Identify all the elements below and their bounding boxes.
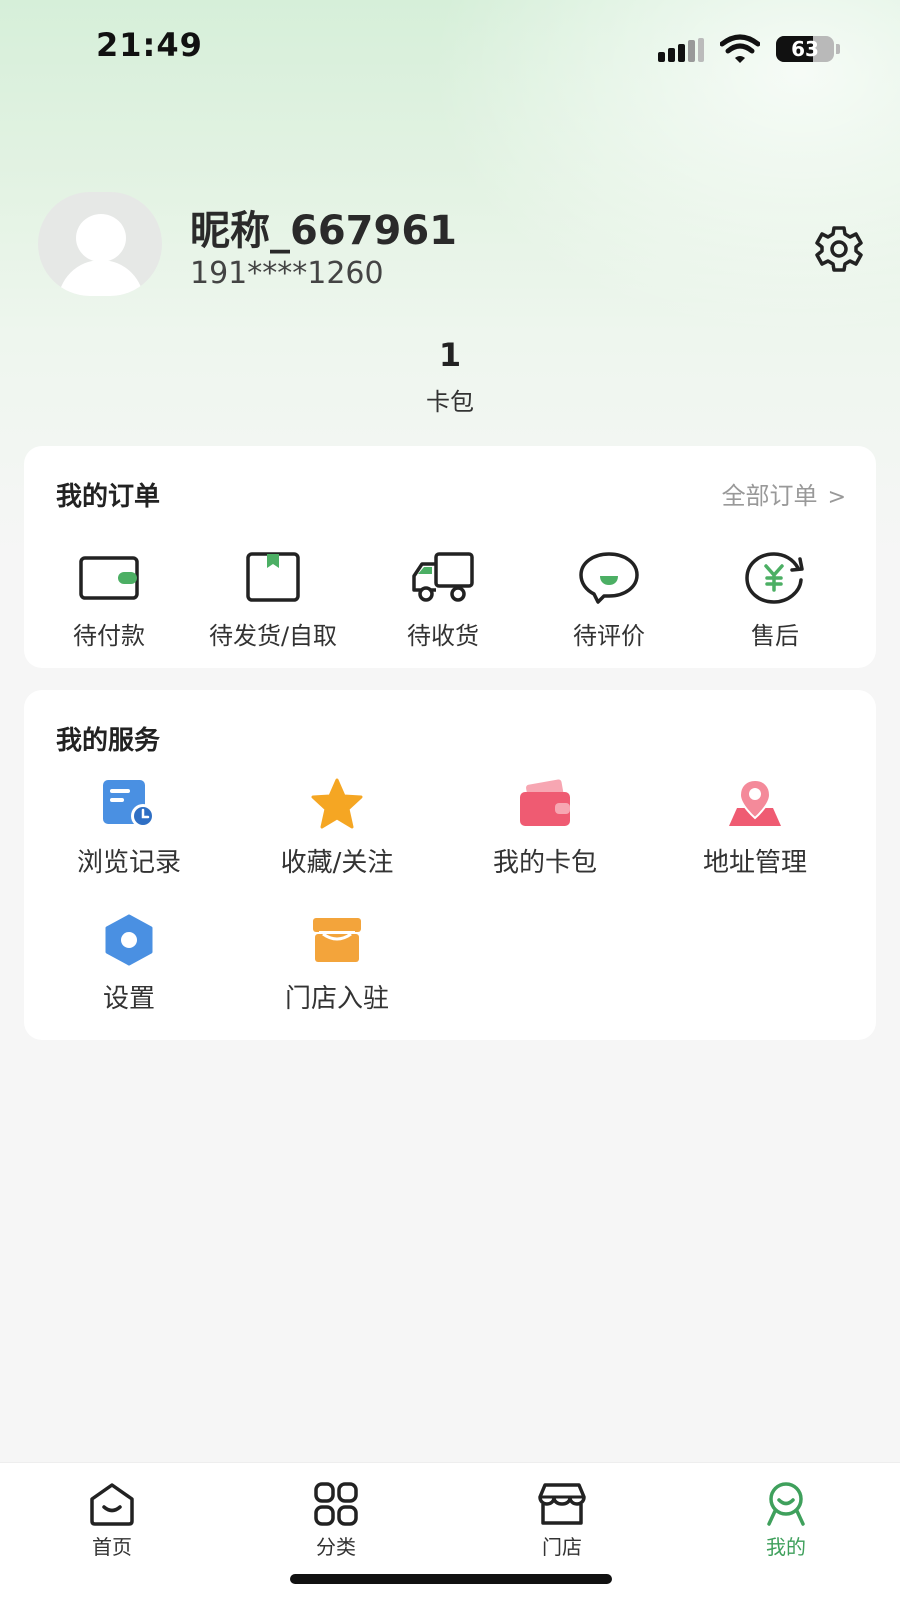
- store-icon: [313, 918, 361, 962]
- card-wallet-label: 卡包: [426, 388, 474, 416]
- refund-icon: [745, 552, 804, 604]
- nav-store[interactable]: 门店: [502, 1481, 622, 1560]
- order-label: 待发货/自取: [208, 622, 338, 650]
- service-label: 浏览记录: [76, 848, 181, 878]
- battery-cap: [836, 44, 840, 54]
- nav-mine[interactable]: 我的: [726, 1481, 846, 1560]
- location-icon: [729, 778, 781, 826]
- wifi-icon: [720, 34, 760, 63]
- history-icon: [103, 780, 155, 828]
- all-orders-link[interactable]: 全部订单 >: [722, 476, 846, 511]
- my-services-title: 我的服务: [56, 726, 161, 756]
- order-label: 待付款: [73, 622, 145, 650]
- home-icon: [90, 1483, 134, 1526]
- service-store-join[interactable]: 门店入驻: [232, 914, 442, 1015]
- card-wallet-icon: [520, 779, 570, 826]
- status-bar: 21:49 63: [0, 0, 900, 96]
- wallet-icon: [79, 556, 139, 600]
- signal-icon: [658, 38, 704, 62]
- nickname[interactable]: 昵称_667961: [190, 198, 457, 256]
- nav-label: 分类: [316, 1535, 356, 1559]
- service-browse-history[interactable]: 浏览记录: [24, 778, 234, 879]
- nav-home[interactable]: 首页: [52, 1481, 172, 1560]
- gear-icon[interactable]: [814, 224, 864, 274]
- status-time: 21:49: [96, 26, 203, 64]
- service-settings[interactable]: 设置: [24, 914, 234, 1015]
- my-orders-card: 我的订单 全部订单 > 待付款 待发货/自取 待收货 待评价 售后: [24, 446, 876, 668]
- avatar-head: [76, 214, 126, 262]
- card-wallet-stat[interactable]: 1 卡包: [400, 336, 500, 417]
- truck-icon: [412, 552, 474, 602]
- category-icon: [314, 1482, 358, 1526]
- order-label: 待评价: [573, 622, 645, 650]
- nav-label: 首页: [92, 1535, 132, 1559]
- nav-label: 门店: [542, 1535, 582, 1559]
- order-label: 售后: [751, 622, 799, 650]
- order-pending-receipt[interactable]: 待收货: [358, 550, 528, 651]
- service-label: 设置: [102, 984, 155, 1014]
- service-label: 门店入驻: [284, 984, 389, 1014]
- shop-icon: [538, 1483, 586, 1525]
- settings-hex-icon: [105, 914, 153, 966]
- phone-number: 191****1260: [190, 256, 384, 291]
- service-label: 收藏/关注: [280, 848, 394, 878]
- service-label: 地址管理: [702, 848, 807, 878]
- nav-label: 我的: [766, 1535, 806, 1559]
- profile-icon: [767, 1482, 805, 1526]
- star-icon: [311, 778, 363, 829]
- avatar-body: [58, 260, 144, 296]
- service-favorites[interactable]: 收藏/关注: [232, 778, 442, 879]
- nav-category[interactable]: 分类: [276, 1481, 396, 1560]
- service-address[interactable]: 地址管理: [650, 778, 860, 879]
- battery-icon: 63: [776, 36, 834, 62]
- home-indicator[interactable]: [290, 1574, 612, 1584]
- package-icon: [246, 552, 300, 602]
- chevron-right-icon: >: [827, 485, 846, 510]
- battery-percent: 63: [791, 37, 819, 61]
- all-orders-label: 全部订单: [721, 482, 818, 510]
- comment-icon: [579, 552, 639, 604]
- avatar[interactable]: [38, 192, 162, 296]
- card-wallet-count: 1: [438, 336, 462, 374]
- service-label: 我的卡包: [492, 848, 597, 878]
- my-services-card: 我的服务 浏览记录 收藏/关注 我的卡包 地址管理 设置 门店入驻: [24, 690, 876, 1040]
- order-pending-shipment[interactable]: 待发货/自取: [188, 550, 358, 651]
- order-after-sales[interactable]: 售后: [690, 550, 860, 651]
- service-card-wallet[interactable]: 我的卡包: [440, 778, 650, 879]
- my-orders-title: 我的订单: [56, 482, 161, 512]
- order-pending-payment[interactable]: 待付款: [24, 550, 194, 651]
- order-pending-review[interactable]: 待评价: [524, 550, 694, 651]
- order-label: 待收货: [407, 622, 479, 650]
